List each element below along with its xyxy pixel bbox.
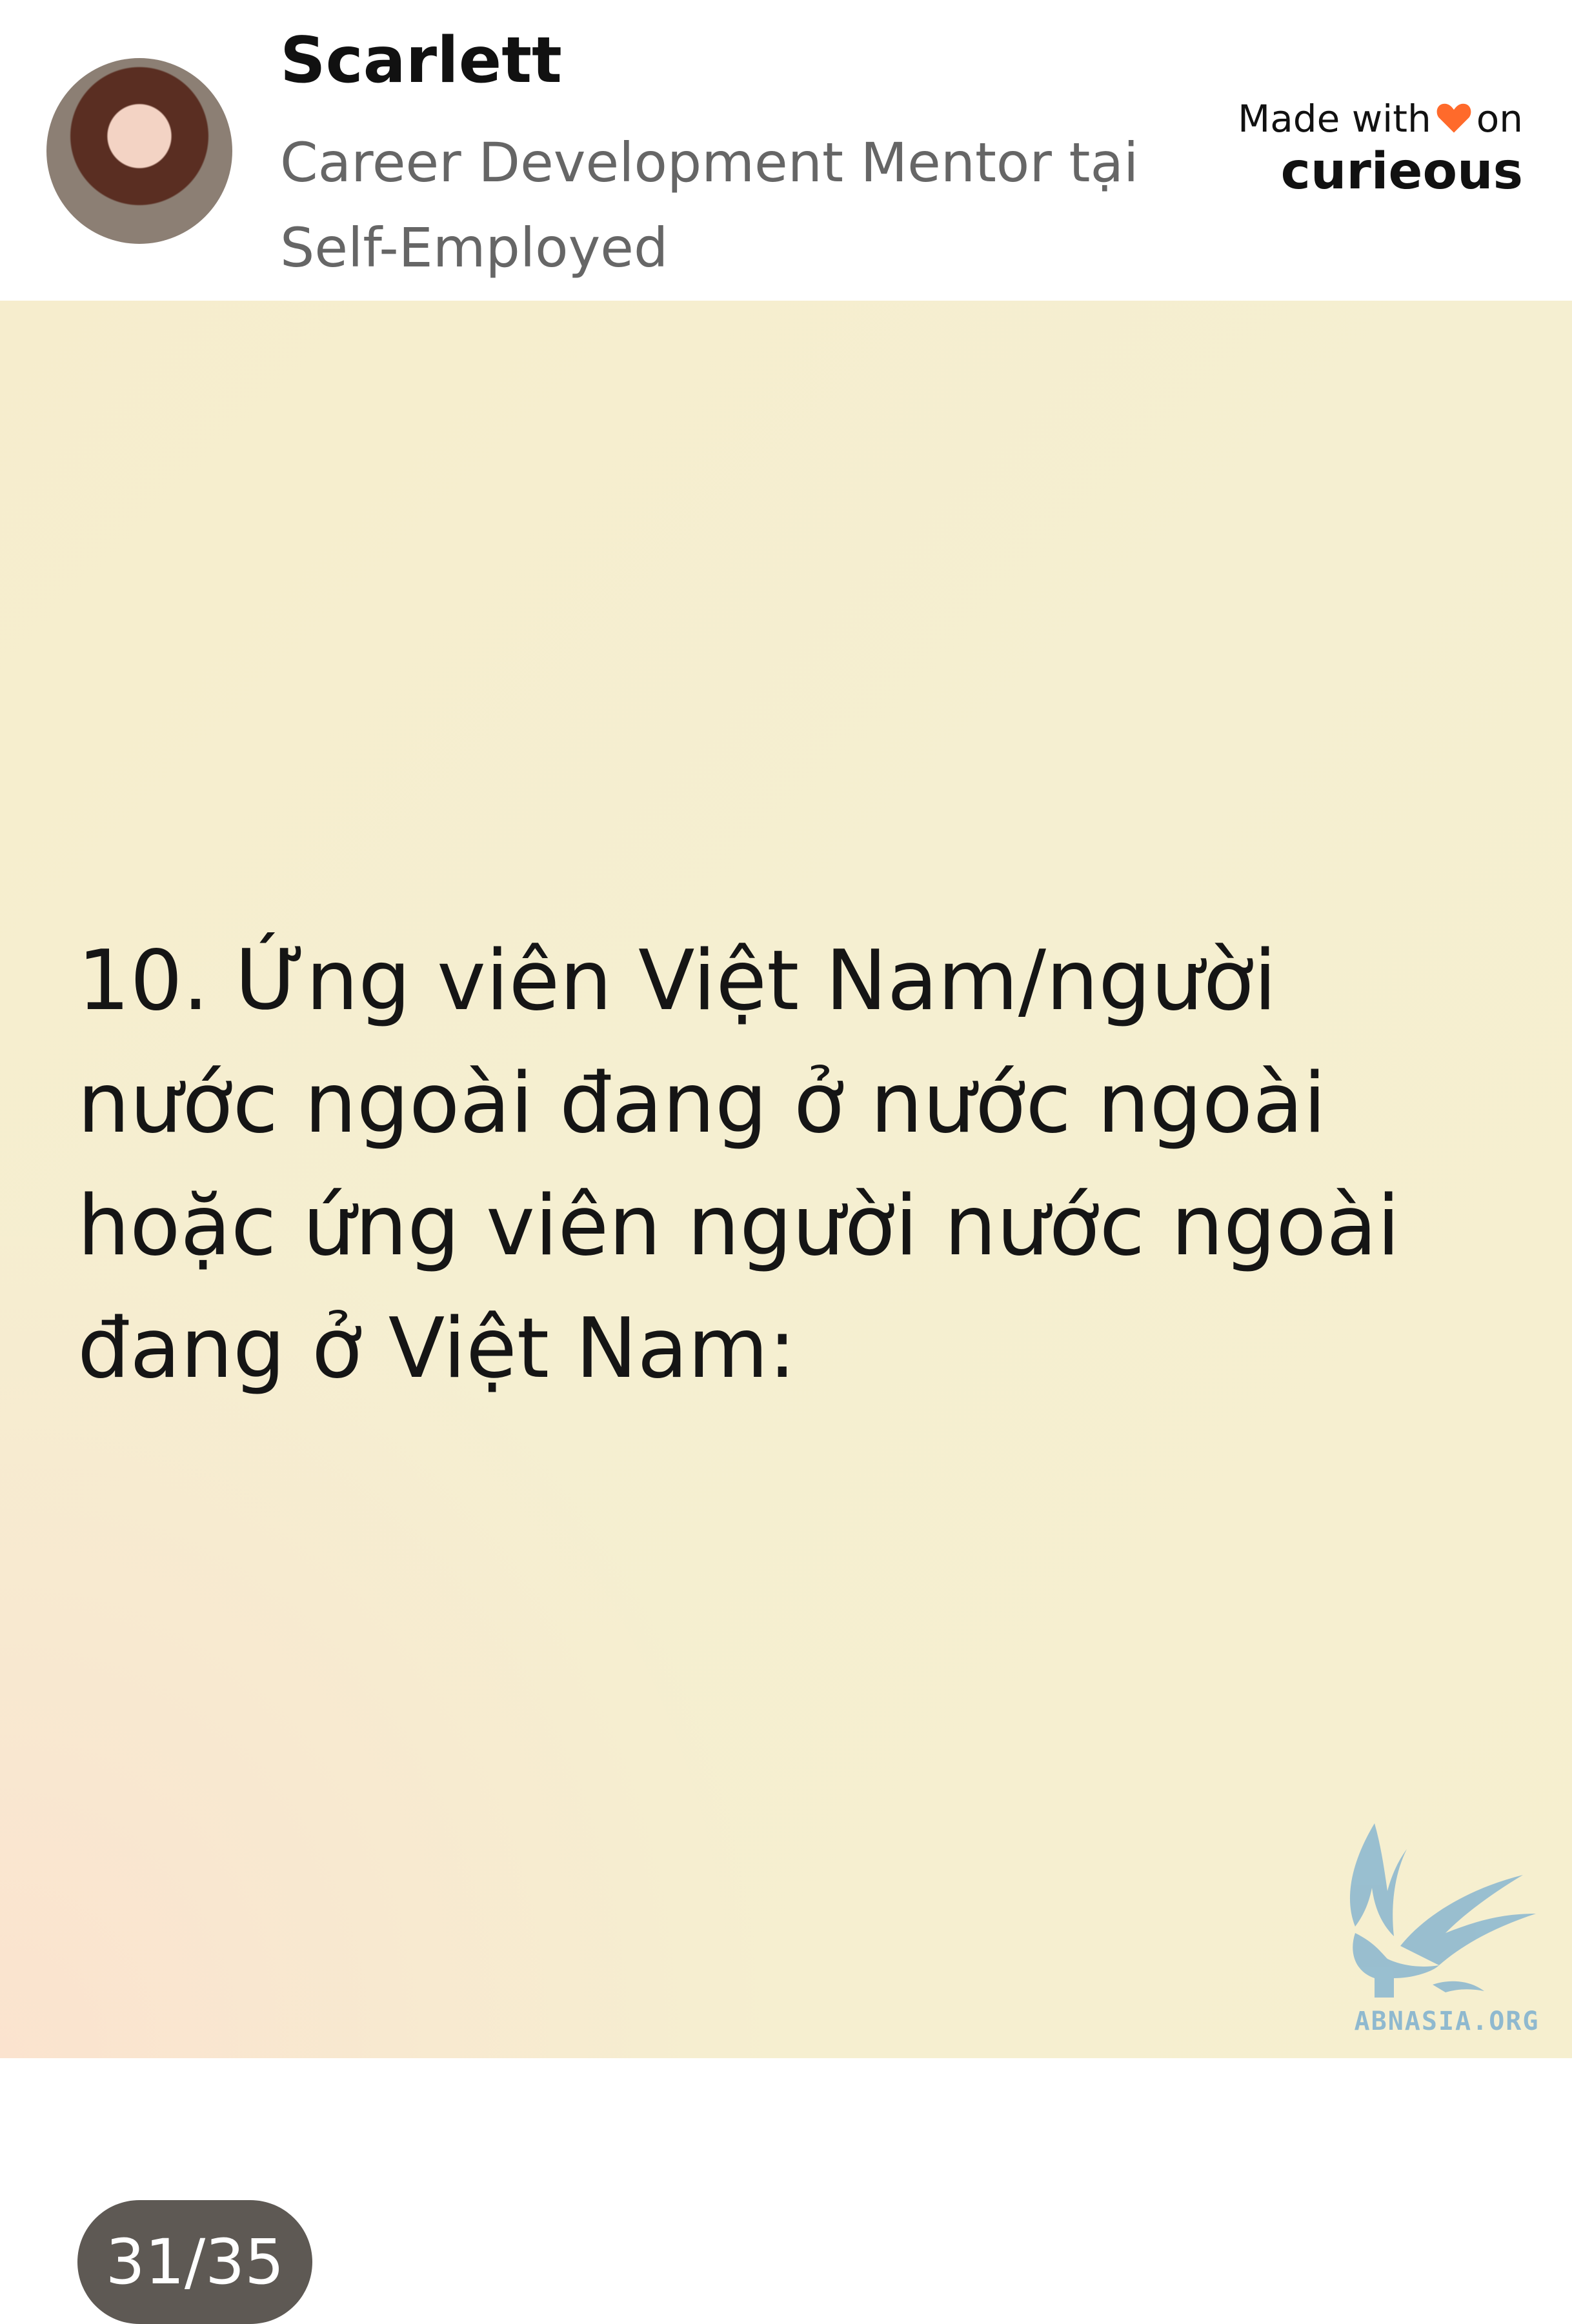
brand-badge[interactable]: Made with on curieous <box>1226 97 1523 199</box>
curieous-logo: curieous <box>1280 142 1523 201</box>
made-with-label: Made with <box>1238 97 1431 141</box>
post-header: Scarlett Career Development Mentor tại S… <box>0 0 1572 301</box>
on-label: on <box>1476 97 1523 141</box>
slide-text: 10. Ứng viên Việt Nam/người nước ngoài đ… <box>77 933 1400 1397</box>
made-with-line: Made with on <box>1226 97 1523 142</box>
griffin-logo-icon <box>1349 1823 1536 1998</box>
watermark-text: ABNASIA.ORG <box>1354 2007 1540 2036</box>
heart-icon <box>1435 101 1473 134</box>
author-name[interactable]: Scarlett <box>280 23 562 99</box>
avatar[interactable] <box>46 58 232 244</box>
author-role: Career Development Mentor tại Self-Emplo… <box>280 131 1139 279</box>
slide-card: 10. Ứng viên Việt Nam/người nước ngoài đ… <box>0 301 1572 2324</box>
page-counter: 31/35 <box>77 2200 312 2324</box>
abnasia-watermark: ABNASIA.ORG <box>1329 1817 1564 2036</box>
